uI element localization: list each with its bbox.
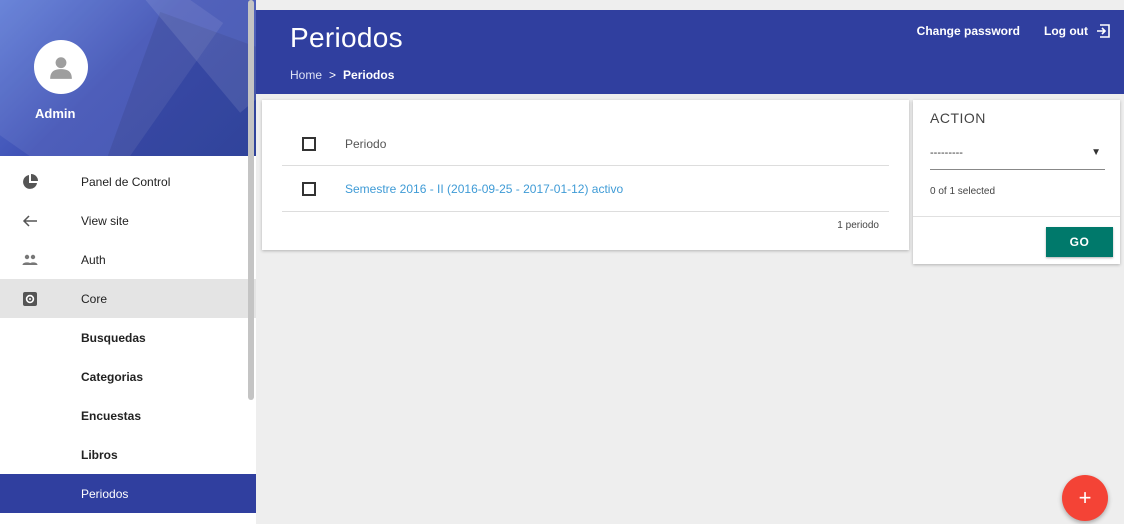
sidebar-item-auth[interactable]: Auth — [0, 240, 256, 279]
logout-link[interactable]: Log out — [1044, 24, 1088, 38]
sidebar-item-label: Auth — [81, 252, 106, 267]
page-header: Periodos Home > Periodos Change password… — [256, 10, 1124, 94]
sidebar-header: Admin — [0, 0, 256, 156]
sidebar-subitem-categorias[interactable]: Categorias — [0, 357, 256, 396]
row-checkbox[interactable] — [302, 181, 316, 196]
row-link[interactable]: Semestre 2016 - II (2016-09-25 - 2017-01… — [345, 182, 623, 196]
sidebar-subitem-label: Libros — [81, 447, 118, 462]
caret-down-icon: ▼ — [1091, 147, 1101, 158]
divider — [913, 216, 1120, 217]
result-count: 1 periodo — [837, 220, 879, 231]
breadcrumb-current: Periodos — [343, 68, 395, 82]
sidebar-subitem-periodos[interactable]: Periodos — [0, 474, 256, 513]
sidebar-subitem-encuestas[interactable]: Encuestas — [0, 396, 256, 435]
sidebar-scrollbar[interactable] — [248, 0, 254, 400]
action-title: ACTION — [930, 110, 986, 126]
breadcrumb-separator: > — [329, 68, 337, 82]
user-links: Change password Log out — [917, 24, 1110, 38]
sidebar-subitem-libros[interactable]: Libros — [0, 435, 256, 474]
plus-icon: + — [1078, 485, 1092, 510]
sidebar-nav: Panel de Control View site Auth Core Bus… — [0, 162, 256, 513]
sidebar-subitem-busquedas[interactable]: Busquedas — [0, 318, 256, 357]
settings-box-icon — [0, 291, 60, 307]
add-button[interactable]: + — [1062, 475, 1108, 521]
sidebar-item-label: View site — [81, 213, 129, 228]
people-icon — [0, 252, 60, 268]
sidebar-subitem-label: Periodos — [81, 486, 129, 501]
pie-chart-icon — [0, 173, 60, 190]
sidebar-subitem-label: Encuestas — [81, 408, 142, 423]
sidebar-item-core[interactable]: Core — [0, 279, 256, 318]
column-header-periodo[interactable]: Periodo — [345, 137, 386, 151]
user-icon — [50, 57, 72, 79]
selected-count: 0 of 1 selected — [930, 186, 996, 197]
go-button[interactable]: GO — [1046, 227, 1113, 257]
user-name: Admin — [35, 106, 76, 121]
avatar[interactable] — [34, 40, 88, 94]
sidebar: Admin Panel de Control View site Auth Co… — [0, 0, 256, 524]
breadcrumb-home-link[interactable]: Home — [290, 68, 322, 82]
results-card: Periodo Semestre 2016 - II (2016-09-25 -… — [262, 100, 909, 250]
action-select-value: --------- — [930, 146, 963, 159]
sidebar-item-label: Core — [81, 291, 108, 306]
table-row: Semestre 2016 - II (2016-09-25 - 2017-01… — [282, 166, 889, 212]
select-all-checkbox[interactable] — [302, 136, 316, 151]
action-panel: ACTION --------- ▼ 0 of 1 selected GO — [913, 100, 1120, 264]
arrow-left-icon — [0, 213, 60, 229]
sidebar-subitem-label: Busquedas — [81, 330, 146, 345]
sidebar-item-view-site[interactable]: View site — [0, 201, 256, 240]
page-title: Periodos — [290, 22, 403, 53]
sidebar-item-label: Panel de Control — [81, 174, 171, 189]
action-select[interactable]: --------- ▼ — [930, 136, 1105, 170]
logout-icon[interactable] — [1096, 24, 1110, 38]
table-header: Periodo — [282, 122, 889, 166]
sidebar-subitem-label: Categorias — [81, 369, 144, 384]
sidebar-item-panel-de-control[interactable]: Panel de Control — [0, 162, 256, 201]
change-password-link[interactable]: Change password — [917, 24, 1020, 38]
breadcrumb: Home > Periodos — [290, 68, 394, 82]
